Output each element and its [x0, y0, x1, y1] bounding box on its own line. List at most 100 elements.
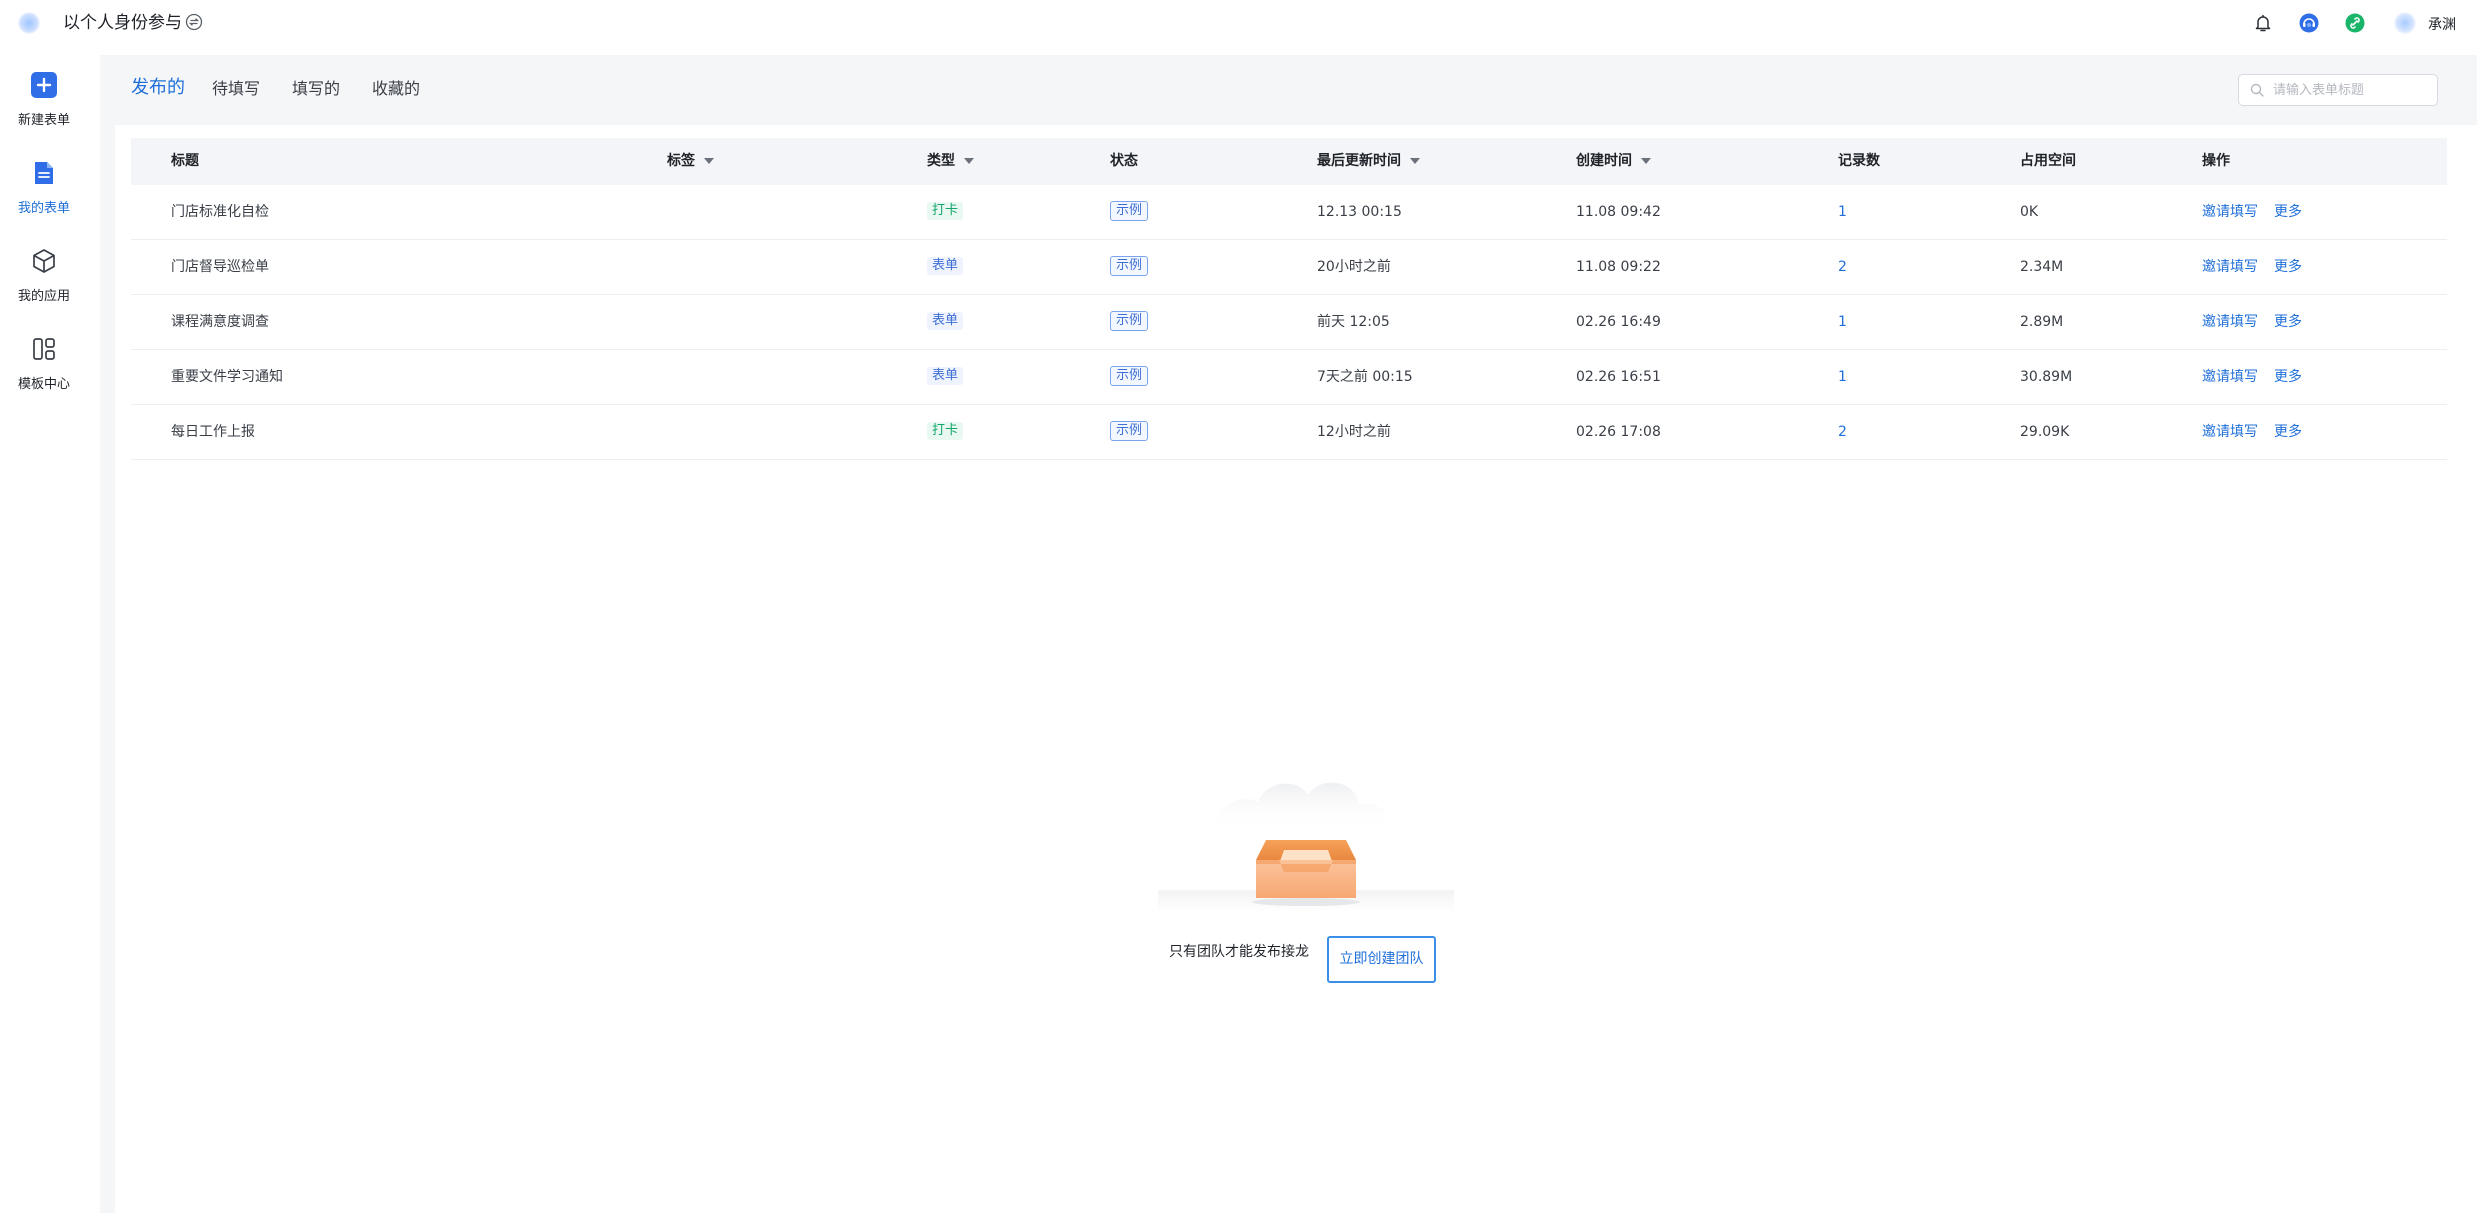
nav-label: 新建表单 [17, 113, 70, 128]
invite-fill-link[interactable]: 邀请填写 [2202, 367, 2258, 387]
storage-size: 30.89M [2020, 369, 2073, 385]
share-link-icon[interactable] [2344, 12, 2366, 34]
header-storage: 占用空间 [2020, 153, 2076, 169]
table-row[interactable]: 每日工作上报 打卡 示例 12小时之前 02.26 17:08 2 29.09K… [131, 405, 2447, 460]
updated-time: 12.13 00:15 [1317, 204, 1402, 220]
search-box [2238, 74, 2438, 106]
nav-item-template-center[interactable]: 模板中心 [0, 335, 88, 405]
invite-fill-link[interactable]: 邀请填写 [2202, 202, 2258, 222]
updated-time: 20小时之前 [1317, 259, 1391, 275]
updated-time: 12小时之前 [1317, 424, 1391, 440]
tab-starred[interactable]: 收藏的 [372, 77, 420, 101]
header-created[interactable]: 创建时间 [1576, 151, 1651, 171]
created-time: 02.26 17:08 [1576, 424, 1661, 440]
updated-time: 7天之前 00:15 [1317, 369, 1413, 385]
top-bar: 以个人身份参与 承渊 [0, 0, 2477, 47]
storage-size: 2.34M [2020, 259, 2064, 275]
type-badge: 打卡 [927, 422, 964, 440]
form-title[interactable]: 门店标准化自检 [171, 202, 269, 222]
empty-state-message: 只有团队才能发布接龙 [1169, 944, 1309, 960]
created-time: 02.26 16:51 [1576, 369, 1661, 385]
tab-to-fill[interactable]: 待填写 [212, 77, 260, 101]
header-type-label: 类型 [927, 153, 955, 169]
app-logo [18, 12, 40, 34]
table-row[interactable]: 重要文件学习通知 表单 示例 7天之前 00:15 02.26 16:51 1 … [131, 350, 2447, 405]
table-row[interactable]: 课程满意度调查 表单 示例 前天 12:05 02.26 16:49 1 2.8… [131, 295, 2447, 350]
header-actions: 操作 [2202, 153, 2230, 169]
search-input[interactable] [2273, 80, 2431, 100]
record-count-link[interactable]: 1 [1838, 202, 1847, 222]
forms-table: 标题 标签 类型 状态 最后更新时间 创建时间 记录数 占用空间 操作 门店标准… [131, 138, 2447, 460]
main-content: 发布的 待填写 填写的 收藏的 标题 标签 类型 状态 最后更新时间 创建时间 … [100, 55, 2477, 1213]
table-row[interactable]: 门店标准化自检 打卡 示例 12.13 00:15 11.08 09:42 1 … [131, 185, 2447, 240]
header-type[interactable]: 类型 [927, 151, 974, 171]
header-records: 记录数 [1838, 153, 1880, 169]
create-team-button[interactable]: 立即创建团队 [1327, 936, 1436, 983]
record-count-link[interactable]: 2 [1838, 422, 1847, 442]
header-updated[interactable]: 最后更新时间 [1317, 151, 1420, 171]
customer-service-icon[interactable] [2298, 12, 2320, 34]
created-time: 02.26 16:49 [1576, 314, 1661, 330]
form-title[interactable]: 门店督导巡检单 [171, 257, 269, 277]
forms-panel: 标题 标签 类型 状态 最后更新时间 创建时间 记录数 占用空间 操作 门店标准… [115, 125, 2477, 1213]
type-badge: 表单 [927, 257, 964, 275]
more-link[interactable]: 更多 [2274, 257, 2302, 277]
search-icon [2250, 83, 2264, 97]
header-tag-label: 标签 [667, 153, 695, 169]
more-link[interactable]: 更多 [2274, 312, 2302, 332]
record-count-link[interactable]: 1 [1838, 367, 1847, 387]
header-created-label: 创建时间 [1576, 153, 1632, 169]
tab-filled[interactable]: 填写的 [292, 77, 340, 101]
more-link[interactable]: 更多 [2274, 202, 2302, 222]
more-link[interactable]: 更多 [2274, 367, 2302, 387]
status-badge: 示例 [1110, 366, 1149, 386]
invite-fill-link[interactable]: 邀请填写 [2202, 257, 2258, 277]
type-badge: 打卡 [927, 202, 964, 220]
invite-fill-link[interactable]: 邀请填写 [2202, 312, 2258, 332]
form-title[interactable]: 课程满意度调查 [171, 312, 269, 332]
switch-identity-icon[interactable] [185, 13, 203, 31]
workspace-title: 以个人身份参与 [63, 13, 182, 33]
form-title[interactable]: 重要文件学习通知 [171, 367, 283, 387]
header-tag[interactable]: 标签 [667, 151, 714, 171]
created-time: 11.08 09:42 [1576, 204, 1661, 220]
empty-inbox-illustration [1158, 782, 1454, 912]
bell-icon[interactable] [2252, 12, 2274, 34]
username[interactable]: 承渊 [2428, 14, 2456, 34]
record-count-link[interactable]: 2 [1838, 257, 1847, 277]
table-header: 标题 标签 类型 状态 最后更新时间 创建时间 记录数 占用空间 操作 [131, 138, 2447, 185]
status-badge: 示例 [1110, 311, 1149, 331]
record-count-link[interactable]: 1 [1838, 312, 1847, 332]
cube-icon [33, 249, 55, 273]
storage-size: 2.89M [2020, 314, 2064, 330]
status-badge: 示例 [1110, 421, 1149, 441]
nav-item-my-forms[interactable]: 我的表单 [0, 159, 88, 229]
user-avatar[interactable] [2394, 12, 2416, 34]
status-badge: 示例 [1110, 256, 1149, 276]
tab-bar: 发布的 待填写 填写的 收藏的 [100, 55, 2477, 125]
form-title[interactable]: 每日工作上报 [171, 422, 255, 442]
invite-fill-link[interactable]: 邀请填写 [2202, 422, 2258, 442]
layout-icon [33, 338, 55, 360]
storage-size: 0K [2020, 204, 2039, 220]
side-nav: 新建表单 我的表单 我的应用 模板中心 [0, 47, 88, 1213]
status-badge: 示例 [1110, 201, 1149, 221]
header-status: 状态 [1110, 153, 1138, 169]
table-row[interactable]: 门店督导巡检单 表单 示例 20小时之前 11.08 09:22 2 2.34M… [131, 240, 2447, 295]
nav-label: 模板中心 [17, 377, 70, 392]
updated-time: 前天 12:05 [1317, 314, 1390, 330]
tab-published[interactable]: 发布的 [131, 76, 185, 100]
created-time: 11.08 09:22 [1576, 259, 1661, 275]
storage-size: 29.09K [2020, 424, 2070, 440]
caret-down-icon[interactable] [964, 158, 974, 164]
caret-down-icon[interactable] [704, 158, 714, 164]
nav-label: 我的应用 [17, 289, 70, 304]
caret-down-icon[interactable] [1410, 158, 1420, 164]
more-link[interactable]: 更多 [2274, 422, 2302, 442]
type-badge: 表单 [927, 367, 964, 385]
nav-item-new-form[interactable]: 新建表单 [0, 71, 88, 141]
type-badge: 表单 [927, 312, 964, 330]
plus-square-icon [31, 72, 57, 98]
caret-down-icon[interactable] [1641, 158, 1651, 164]
nav-item-my-apps[interactable]: 我的应用 [0, 247, 88, 317]
